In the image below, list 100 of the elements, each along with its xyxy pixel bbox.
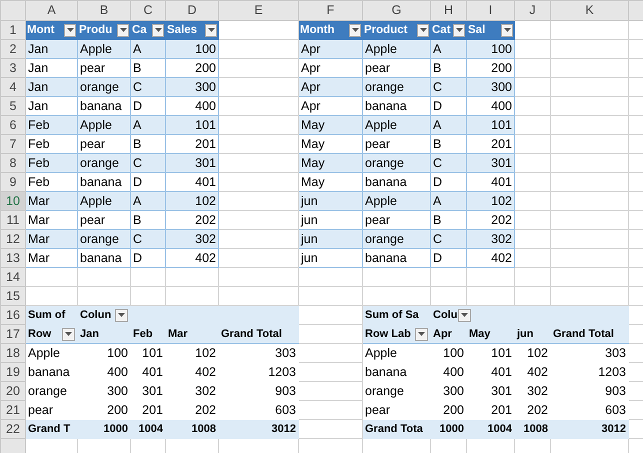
table-cell: Feb [26, 154, 78, 172]
table-cell: Mar [26, 248, 78, 268]
table-cell: 402 [466, 248, 514, 268]
row-header[interactable]: 8 [0, 154, 26, 172]
dropdown-button[interactable] [453, 24, 465, 36]
column-header[interactable]: J [514, 0, 550, 20]
table-cell: banana [78, 248, 130, 268]
row-header[interactable]: 14 [0, 268, 26, 286]
dropdown-button[interactable] [458, 308, 472, 322]
caret-icon [65, 332, 72, 336]
total-cell: Grand Tota [362, 420, 430, 438]
table-cell: 101 [166, 116, 218, 134]
row-header[interactable]: 17 [0, 324, 26, 344]
table-cell: orange [78, 78, 130, 96]
table-cell: Apple [78, 116, 130, 134]
caret-icon [504, 28, 510, 32]
table-cell: 300 [166, 78, 218, 96]
column-header[interactable]: G [362, 0, 430, 20]
table-cell: Apple [362, 344, 430, 362]
header-text: Row [28, 326, 52, 342]
table-cell: Apple [362, 116, 430, 134]
total-cell: Grand T [26, 420, 78, 438]
header-text: Row Lab [365, 326, 411, 342]
dropdown-button[interactable] [501, 24, 513, 36]
row-header[interactable]: 16 [0, 306, 26, 324]
table-cell: 300 [466, 78, 514, 96]
row-header[interactable]: 2 [0, 40, 26, 58]
column-header[interactable]: E [218, 0, 298, 20]
table-cell: Feb [26, 116, 78, 134]
column-header[interactable]: A [26, 0, 78, 20]
row-header[interactable]: 20 [0, 382, 26, 400]
dropdown-button[interactable] [64, 24, 76, 36]
column-header[interactable]: C [130, 0, 166, 20]
row-header[interactable]: 22 [0, 420, 26, 438]
dropdown-button[interactable] [349, 24, 361, 36]
table-cell: jun [298, 230, 362, 248]
row-header[interactable]: 19 [0, 362, 26, 382]
table-cell: 301 [166, 154, 218, 172]
row-header[interactable]: 1 [0, 20, 26, 40]
table-cell: Apple [362, 192, 430, 210]
dropdown-button[interactable] [115, 308, 128, 322]
table-cell: 102 [166, 192, 218, 210]
table-cell: A [430, 116, 466, 134]
row-header[interactable]: 12 [0, 230, 26, 248]
table-cell: Jan [26, 78, 78, 96]
column-header[interactable]: H [430, 0, 466, 20]
table-cell: Jan [26, 40, 78, 58]
pivot-title-cell: Sum of [26, 306, 78, 324]
table-cell: A [130, 192, 166, 210]
caret-icon [420, 28, 426, 32]
caret-icon [154, 28, 162, 32]
table-cell: 302 [466, 230, 514, 248]
table-cell: 402 [166, 248, 218, 268]
row-header[interactable]: 21 [0, 400, 26, 420]
caret-icon [208, 28, 214, 32]
table-cell: C [130, 230, 166, 248]
table-cell: orange [78, 154, 130, 172]
dropdown-button[interactable] [62, 328, 75, 340]
pivot-header-cell: Mar [166, 324, 218, 344]
table-cell: C [130, 78, 166, 96]
column-header[interactable]: I [466, 0, 514, 20]
dropdown-button[interactable] [205, 24, 217, 36]
caret-icon [461, 313, 468, 317]
table-cell: jun [298, 248, 362, 268]
header-text: Sal [468, 22, 486, 38]
dropdown-button[interactable] [152, 24, 164, 36]
dropdown-button[interactable] [417, 24, 429, 36]
column-header[interactable]: B [78, 0, 130, 20]
header-text: Month [300, 22, 334, 38]
table-cell: Apple [362, 40, 430, 58]
total-cell: 1008 [166, 420, 218, 438]
table-cell: C [430, 78, 466, 96]
column-header[interactable]: K [550, 0, 628, 20]
row-header[interactable]: 11 [0, 210, 26, 230]
row-header[interactable]: 7 [0, 134, 26, 154]
column-header[interactable]: F [298, 0, 362, 20]
total-cell: 1000 [78, 420, 130, 438]
row-header[interactable]: 10 [0, 192, 26, 210]
dropdown-button[interactable] [415, 328, 428, 340]
header-text: Colun [80, 308, 112, 322]
column-header[interactable]: D [166, 0, 218, 20]
table-cell: A [430, 40, 466, 58]
row-header[interactable]: 13 [0, 248, 26, 268]
dropdown-button[interactable] [117, 24, 129, 36]
row-header[interactable]: 6 [0, 116, 26, 134]
table-cell: Apple [26, 344, 78, 362]
total-cell: 3012 [550, 420, 628, 438]
caret-icon [66, 28, 74, 32]
row-header[interactable]: 3 [0, 58, 26, 78]
header-text: Colu [433, 308, 458, 322]
row-header[interactable]: 15 [0, 286, 26, 306]
row-header[interactable]: 4 [0, 78, 26, 96]
table-cell: 100 [166, 40, 218, 58]
table-cell: orange [78, 230, 130, 248]
total-cell: 3012 [218, 420, 298, 438]
row-header[interactable]: 5 [0, 96, 26, 116]
table-cell: Apple [78, 40, 130, 58]
row-header[interactable]: 18 [0, 344, 26, 362]
caret-icon [418, 332, 425, 336]
row-header[interactable]: 9 [0, 172, 26, 192]
